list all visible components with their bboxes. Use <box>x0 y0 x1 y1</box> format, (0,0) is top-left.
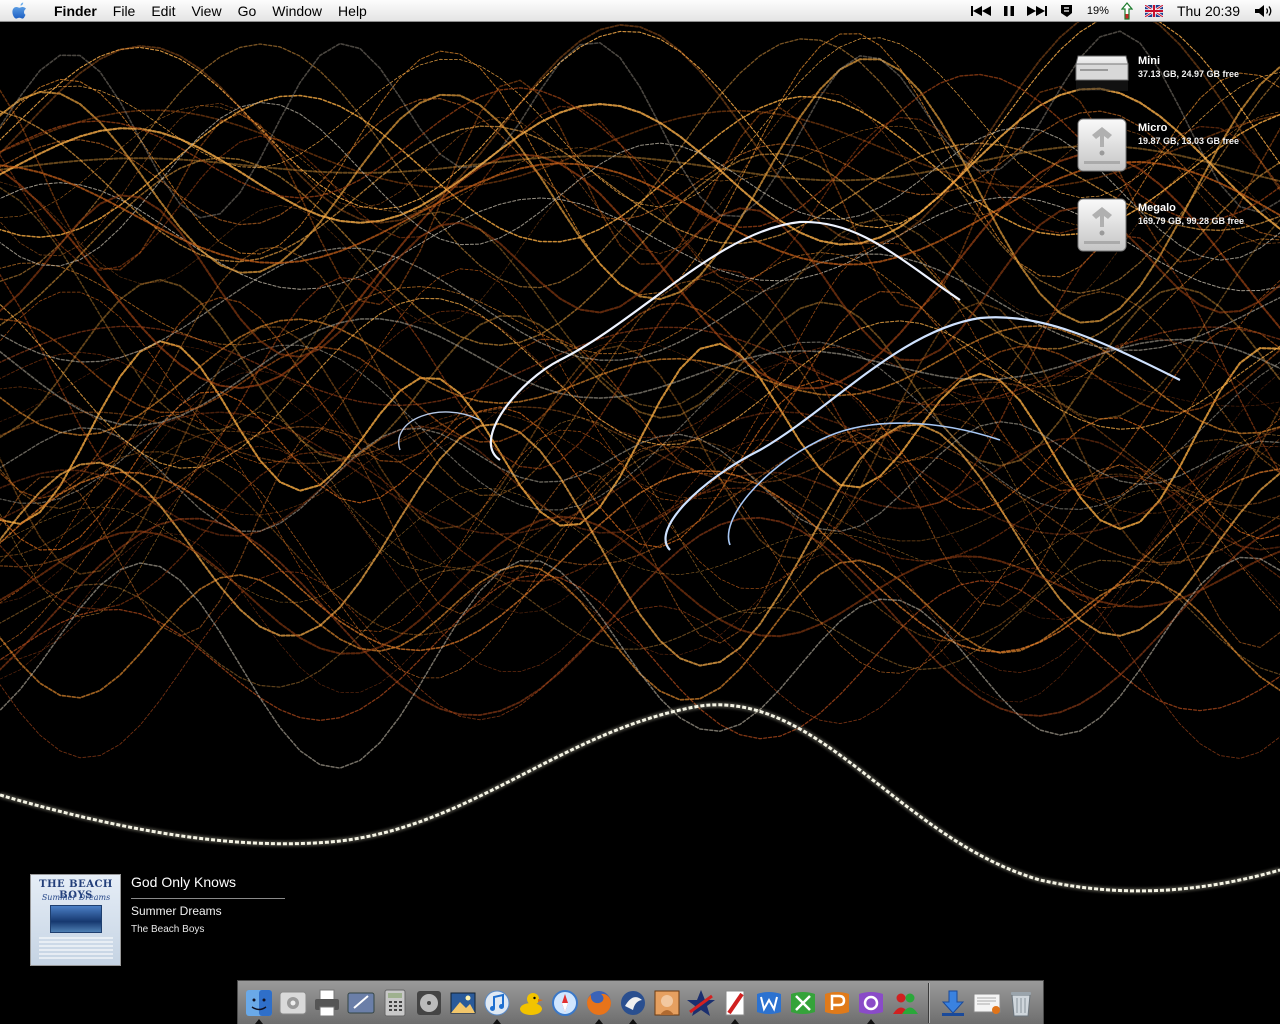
calculator-icon[interactable] <box>378 983 412 1023</box>
drive-micro[interactable]: Micro 19.87 GB, 13.03 GB free <box>1074 117 1274 177</box>
album-name: Summer Dreams <box>131 904 222 918</box>
now-playing-divider <box>131 898 285 899</box>
album-art[interactable]: THE BEACH BOYS Summer Dreams <box>30 874 121 966</box>
menu-help[interactable]: Help <box>330 0 375 22</box>
script-menu-icon[interactable] <box>1053 0 1081 22</box>
internal-hard-drive-icon <box>1075 55 1129 91</box>
drawing-app-icon[interactable] <box>344 983 378 1023</box>
drive-name: Mini <box>1138 55 1160 67</box>
safari-icon[interactable] <box>548 983 582 1023</box>
pause-icon[interactable] <box>997 0 1021 22</box>
printer-icon[interactable] <box>310 983 344 1023</box>
trash-icon[interactable] <box>1004 983 1038 1023</box>
volume-icon[interactable] <box>1248 0 1280 22</box>
battery-icon[interactable] <box>1115 0 1139 22</box>
album-art-photo <box>50 905 102 933</box>
menu-file[interactable]: File <box>105 0 144 22</box>
dvd-player-icon[interactable] <box>412 983 446 1023</box>
album-art-title: Summer Dreams <box>41 893 111 902</box>
menu-window[interactable]: Window <box>264 0 330 22</box>
drive-info: 37.13 GB, 24.97 GB free <box>1138 69 1240 79</box>
word-icon[interactable] <box>752 983 786 1023</box>
menu-view[interactable]: View <box>183 0 229 22</box>
messenger-icon[interactable] <box>888 983 922 1023</box>
menu-edit[interactable]: Edit <box>143 0 183 22</box>
menu-extras: 19% Thu 20:39 <box>965 0 1280 22</box>
dock-separator <box>928 982 930 1023</box>
drive-info: 19.87 GB, 13.03 GB free <box>1138 136 1240 146</box>
firefox-icon[interactable] <box>582 983 616 1024</box>
dock <box>237 980 1044 1024</box>
nvu-icon[interactable] <box>684 983 718 1023</box>
drive-name: Megalo <box>1138 202 1176 214</box>
drive-megalo[interactable]: Megalo 169.79 GB, 99.28 GB free <box>1074 197 1274 257</box>
firewire-drive-icon <box>1077 118 1127 172</box>
dock-apps <box>242 983 922 1024</box>
artist-name: The Beach Boys <box>131 924 205 935</box>
excel-icon[interactable] <box>786 983 820 1023</box>
previous-track-icon[interactable] <box>965 0 997 22</box>
itunes-icon[interactable] <box>480 983 514 1024</box>
dock-documents <box>936 983 1038 1023</box>
drive-info: 169.79 GB, 99.28 GB free <box>1138 216 1245 226</box>
camino-icon[interactable] <box>616 983 650 1024</box>
firewire-drive-icon <box>1077 198 1127 252</box>
downloads-icon[interactable] <box>936 983 970 1023</box>
track-title: God Only Knows <box>131 874 237 890</box>
next-track-icon[interactable] <box>1021 0 1053 22</box>
album-art-text-lines <box>39 937 113 961</box>
powerpoint-icon[interactable] <box>820 983 854 1023</box>
system-preferences-icon[interactable] <box>276 983 310 1023</box>
cyberduck-icon[interactable] <box>514 983 548 1023</box>
battery-percent[interactable]: 19% <box>1081 0 1115 22</box>
apple-menu-icon[interactable] <box>0 0 40 22</box>
menu-finder[interactable]: Finder <box>40 0 105 22</box>
menu-go[interactable]: Go <box>230 0 265 22</box>
menu-bar: Finder File Edit View Go Window Help 19%… <box>0 0 1280 22</box>
uk-flag-icon[interactable] <box>1139 0 1169 22</box>
now-playing-widget: THE BEACH BOYS Summer Dreams God Only Kn… <box>30 874 290 966</box>
entourage-icon[interactable] <box>854 983 888 1024</box>
finder-icon[interactable] <box>242 983 276 1024</box>
document-icon[interactable] <box>970 983 1004 1023</box>
drive-mini[interactable]: Mini 37.13 GB, 24.97 GB free <box>1074 50 1274 110</box>
iphoto-icon[interactable] <box>446 983 480 1023</box>
drive-name: Micro <box>1138 122 1168 134</box>
photo-editor-icon[interactable] <box>650 983 684 1023</box>
textwrangler-icon[interactable] <box>718 983 752 1024</box>
menu-clock[interactable]: Thu 20:39 <box>1169 0 1248 22</box>
